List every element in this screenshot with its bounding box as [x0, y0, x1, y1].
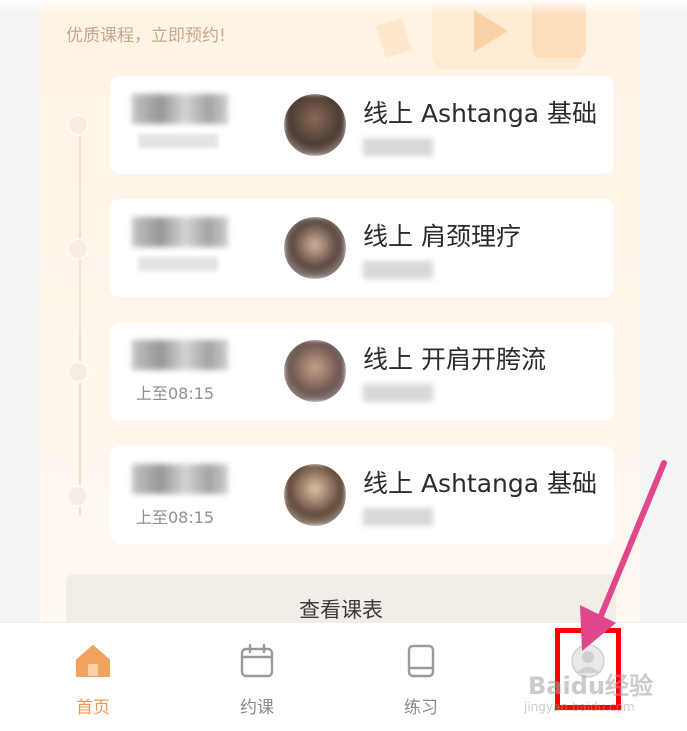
time-blur	[132, 94, 228, 124]
course-time: 上至08:15	[128, 340, 238, 404]
pointer-arrow	[580, 460, 667, 651]
nav-home[interactable]: 首页	[38, 635, 148, 725]
watermark: Baidu经验 jingyan.baidu.com	[520, 666, 680, 726]
nav-practice[interactable]: 练习	[366, 635, 476, 725]
section-subtitle: 优质课程，立即预约!	[66, 26, 226, 46]
teacher-avatar	[284, 340, 346, 402]
course-time: 上至08:15	[128, 464, 238, 528]
nav-booking[interactable]: 约课	[202, 635, 312, 725]
timeline-dot	[67, 485, 89, 507]
course-time	[128, 94, 238, 158]
course-card[interactable]: 线上 肩颈理疗	[110, 199, 614, 297]
view-schedule-label: 查看课表	[299, 598, 383, 622]
teacher-name-blur	[363, 384, 433, 402]
course-time	[128, 217, 238, 281]
time-blur	[132, 340, 228, 370]
timeline-line	[79, 126, 81, 516]
home-icon	[76, 645, 110, 677]
watermark-brand: Baidu经验	[528, 672, 653, 700]
book-icon	[407, 644, 435, 678]
course-end-time: 上至08:15	[136, 508, 215, 527]
watermark-url: jingyan.baidu.com	[524, 700, 635, 714]
timeline-dot	[67, 238, 89, 260]
time-blur	[138, 257, 218, 271]
timeline-dot	[67, 361, 89, 383]
top-fade	[0, 0, 687, 14]
course-title: 线上 开肩开胯流	[363, 345, 546, 374]
time-blur	[132, 464, 228, 494]
time-blur	[132, 217, 228, 247]
course-card[interactable]: 线上 Ashtanga 基础	[110, 76, 614, 174]
calendar-icon	[240, 643, 274, 678]
course-title: 线上 肩颈理疗	[363, 222, 521, 251]
teacher-name-blur	[363, 261, 433, 279]
timeline-dot	[67, 114, 89, 136]
nav-home-label: 首页	[76, 698, 110, 718]
teacher-avatar	[284, 217, 346, 279]
nav-booking-label: 约课	[240, 698, 274, 718]
teacher-name-blur	[363, 138, 433, 156]
course-title: 线上 Ashtanga 基础	[363, 99, 598, 128]
course-card[interactable]: 上至08:15 线上 开肩开胯流	[110, 322, 614, 420]
teacher-avatar	[284, 94, 346, 156]
teacher-avatar	[284, 464, 346, 526]
teacher-name-blur	[363, 508, 433, 526]
time-blur	[138, 134, 218, 148]
course-card[interactable]: 上至08:15 线上 Ashtanga 基础	[110, 446, 614, 544]
course-end-time: 上至08:15	[136, 384, 215, 403]
nav-practice-label: 练习	[404, 698, 438, 718]
